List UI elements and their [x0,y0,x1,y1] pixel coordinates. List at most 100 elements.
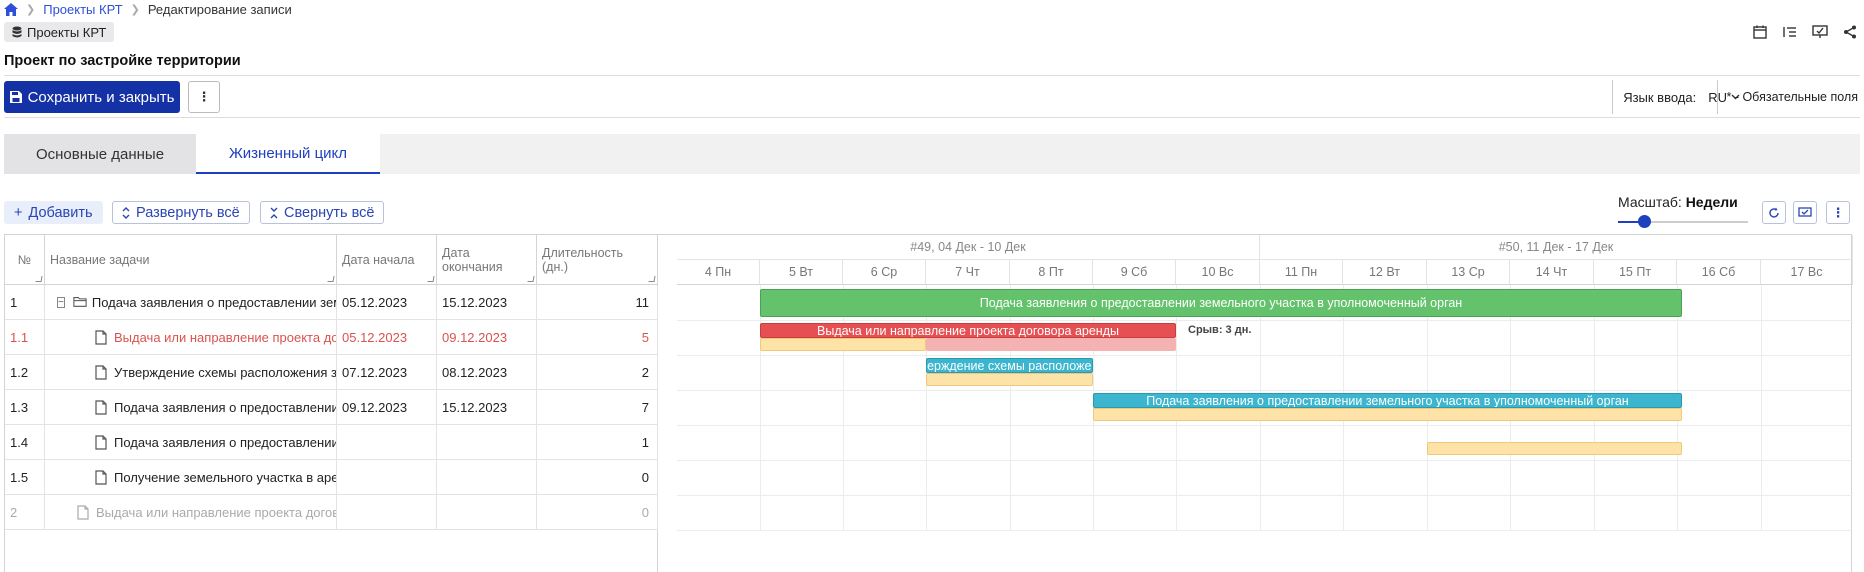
gantt-baseline-task-1-3 [1093,408,1682,421]
row-start: 09.12.2023 [337,390,437,425]
col-header-end[interactable]: Дата окончания [437,235,537,285]
col-header-duration[interactable]: Длительность (дн.) [537,235,658,285]
row-name: Получение земельного участка в аренду [114,470,337,485]
refresh-button[interactable] [1762,201,1786,224]
resize-handle-icon[interactable] [427,276,435,282]
row-num: 1.3 [5,390,45,425]
save-and-close-button[interactable]: Сохранить и закрыть [4,81,180,113]
delay-label: Срыв: 3 дн. [1188,324,1252,336]
refresh-icon [1768,207,1780,219]
save-and-close-label: Сохранить и закрыть [27,88,175,106]
row-name-cell[interactable]: Выдача или направление проекта договора … [45,320,337,355]
week-header: #50, 11 Дек - 17 Дек [1260,235,1853,260]
row-num: 1 [5,285,45,320]
document-icon [77,504,91,521]
table-row[interactable]: 1.1 Выдача или направление проекта догов… [5,320,658,355]
more-actions-button[interactable]: ⋮ [188,81,220,113]
calendar-icon[interactable] [1752,24,1768,40]
row-duration: 2 [537,355,658,390]
row-name-cell[interactable]: Утверждение схемы расположения земельног… [45,355,337,390]
row-num: 1.1 [5,320,45,355]
chevron-right-icon: ❯ [130,3,140,16]
resize-handle-icon[interactable] [648,276,656,282]
presentation-mode-button[interactable] [1793,201,1817,224]
row-name-cell[interactable]: Получение земельного участка в аренду [45,460,337,495]
add-task-button[interactable]: + Добавить [4,201,103,224]
gantt-bar-task-1-3[interactable]: Подача заявления о предоставлении земель… [1093,393,1682,408]
row-name: Утверждение схемы расположения земельног… [114,365,337,380]
collapse-all-button[interactable]: Свернуть всё [260,201,385,224]
gantt-grid: № Название задачи Дата начала Дата оконч… [4,234,1853,572]
row-start [337,460,437,495]
gantt-bar-task-1-1[interactable]: Выдача или направление проекта договора … [760,323,1176,338]
presentation-icon [1798,206,1812,219]
document-icon [95,434,109,451]
table-row[interactable]: 1.3 Подача заявления о предоставлении зе… [5,390,658,425]
grid-line [677,425,1853,426]
row-num: 1.5 [5,460,45,495]
project-chip[interactable]: Проекты КРТ [4,22,115,42]
day-header: 15 Пт [1594,260,1677,285]
row-name-cell[interactable]: Выдача или направление проекта договора … [45,495,337,530]
tab-lifecycle[interactable]: Жизненный цикл [196,134,380,174]
scale-label-text: Масштаб: [1618,194,1682,210]
table-row[interactable]: 1.4 Подача заявления о предоставлении зе… [5,425,658,460]
day-header: 4 Пн [677,260,760,285]
expand-all-button[interactable]: Развернуть всё [112,201,250,224]
row-name: Подача заявления о предоставлении земель… [91,295,336,310]
row-duration: 7 [537,390,658,425]
col-header-num[interactable]: № [5,235,45,285]
scale-slider-thumb[interactable] [1638,215,1651,228]
home-icon[interactable] [4,2,18,16]
col-header-end-label: Дата окончания [442,245,503,274]
week-header: #49, 04 Дек - 10 Дек [677,235,1260,260]
collapse-all-label: Свернуть всё [284,204,375,221]
more-vertical-icon: ⋮ [1831,204,1845,220]
page-title: Проект по застройке территории [4,53,241,69]
row-end [437,495,537,530]
row-start [337,425,437,460]
tab-main-data[interactable]: Основные данные [4,134,196,174]
row-start: 07.12.2023 [337,355,437,390]
resize-handle-icon[interactable] [527,276,535,282]
resize-handle-icon[interactable] [327,276,335,282]
row-end: 08.12.2023 [437,355,537,390]
breadcrumb-projects-link[interactable]: Проекты КРТ [43,2,122,17]
task-table: № Название задачи Дата начала Дата оконч… [5,235,658,572]
breadcrumb: ❯ Проекты КРТ ❯ Редактирование записи [4,0,292,18]
floppy-disk-icon [9,91,22,103]
table-row[interactable]: 1 − Подача заявления о предоставлении зе… [5,285,658,320]
gantt-more-button[interactable]: ⋮ [1826,201,1850,224]
row-name-cell[interactable]: − Подача заявления о предоставлении земе… [45,285,337,320]
day-header: 13 Ср [1427,260,1510,285]
chip-label: Проекты КРТ [27,24,107,40]
col-header-name[interactable]: Название задачи [45,235,337,285]
day-header: 16 Сб [1677,260,1761,285]
row-name-cell[interactable]: Подача заявления о предоставлении земель… [45,425,337,460]
expand-all-label: Развернуть всё [136,204,240,221]
table-row[interactable]: 1.2 Утверждение схемы расположения земел… [5,355,658,390]
day-header: 14 Чт [1510,260,1594,285]
scale-value: Недели [1685,194,1738,210]
gantt-bar-task-1[interactable]: Подача заявления о предоставлении земель… [760,289,1682,317]
presentation-icon[interactable] [1812,24,1828,40]
document-icon [95,469,109,486]
table-row[interactable]: 1.5 Получение земельного участка в аренд… [5,460,658,495]
row-duration: 0 [537,460,658,495]
resize-handle-icon[interactable] [35,276,43,282]
add-task-label: Добавить [28,204,93,221]
row-name: Выдача или направление проекта договора … [96,505,336,520]
list-tree-icon[interactable] [1782,24,1798,40]
grid-line [760,285,761,530]
collapse-toggle-icon[interactable]: − [57,297,65,308]
col-header-name-label: Название задачи [50,252,150,267]
document-icon [95,329,109,346]
table-row[interactable]: 2 Выдача или направление проекта договор… [5,495,658,530]
gantt-bar-task-1-2[interactable]: Утверждение схемы расположения [926,358,1093,373]
row-name-cell[interactable]: Подача заявления о предоставлении земель… [45,390,337,425]
chevron-right-icon: ❯ [26,3,36,16]
col-header-start[interactable]: Дата начала [337,235,437,285]
share-icon[interactable] [1842,24,1858,40]
day-header: 6 Ср [843,260,926,285]
day-header: 7 Чт [926,260,1010,285]
